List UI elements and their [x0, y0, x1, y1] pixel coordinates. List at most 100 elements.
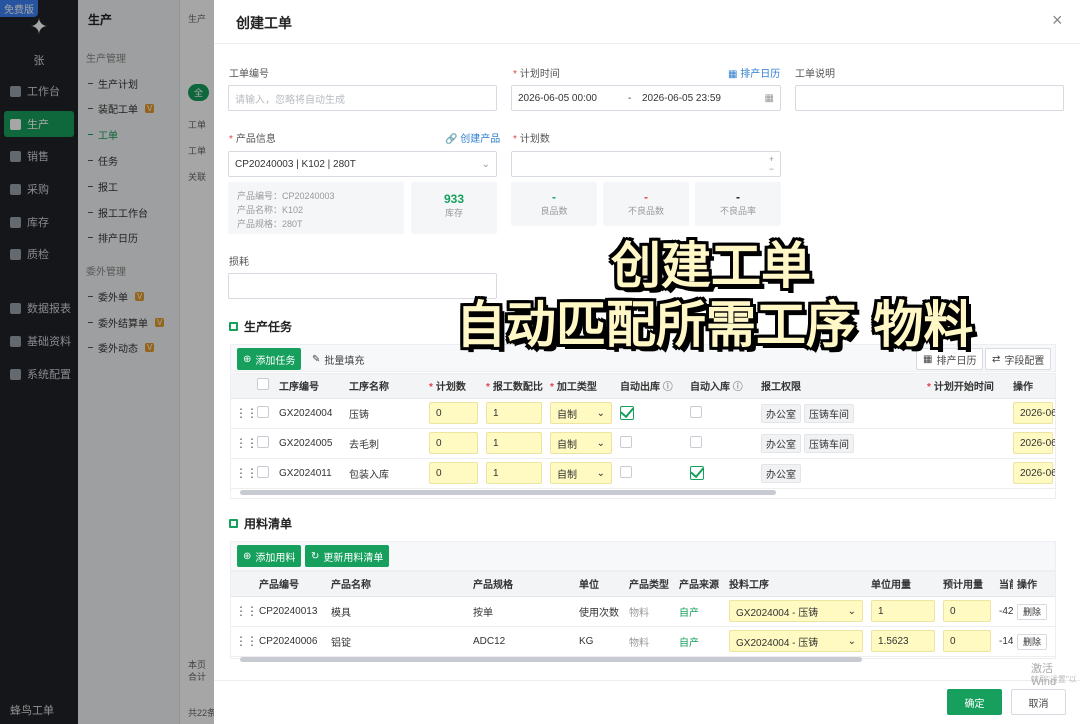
- tasks-scrollbar[interactable]: [240, 490, 776, 495]
- materials-table-wrap: 产品编号产品名称产品规格 单位产品类型产品来源 投料工序单位用量预计用量 当前操…: [230, 571, 1056, 659]
- drag-handle-icon[interactable]: ⋮⋮: [235, 406, 253, 420]
- confirm-button[interactable]: 确定: [947, 689, 1002, 715]
- table-row: ⋮⋮ CP20240013 模具 按单 使用次数 物料 自产 GX2024004 - 压…: [231, 596, 1055, 627]
- stock-card: 933 库存: [411, 182, 497, 234]
- calendar-icon: ▦: [764, 92, 774, 104]
- product-code: 产品编号：CP20240003: [237, 191, 335, 201]
- help-icon: ⓘ: [732, 382, 743, 394]
- product-select[interactable]: CP20240003 | K102 | 280T ⌄: [228, 151, 497, 177]
- drag-handle-icon[interactable]: ⋮⋮: [235, 604, 255, 618]
- feed-process-select[interactable]: GX2024004 - 压铸 ⌄: [729, 630, 863, 652]
- table-row: ⋮⋮ CP20240006 铝锭 ADC12 KG 物料 自产 GX2024004 - …: [231, 626, 1055, 657]
- stock-label: 库存: [444, 208, 463, 218]
- chevron-down-icon: ⌄: [847, 635, 856, 647]
- activation-watermark-sub: 转到"设置"以: [1031, 675, 1077, 684]
- ratio-input[interactable]: 1: [486, 402, 542, 424]
- edit-icon: ✎: [312, 353, 321, 365]
- overlay-caption-line2: 自动匹配所需工序 物料: [456, 296, 974, 354]
- modal-title: 创建工单: [236, 15, 292, 31]
- loss-label: 损耗: [229, 257, 249, 268]
- bad-rate-card: - 不良品率: [695, 182, 781, 226]
- tasks-section-title: 生产任务: [229, 318, 292, 335]
- start-time-input[interactable]: 2026-06-05 00:00: [1013, 462, 1055, 484]
- update-material-list-button[interactable]: ↻ 更新用料清单: [305, 545, 390, 567]
- delete-button[interactable]: 删除: [1017, 633, 1048, 650]
- plan-qty-input[interactable]: 0: [429, 402, 478, 424]
- unit-usage-input[interactable]: 1.5623: [871, 630, 935, 652]
- process-type-select[interactable]: 自制 ⌄: [550, 462, 612, 484]
- stock-value: 933: [443, 192, 465, 206]
- chevron-down-icon: ⌄: [596, 437, 605, 449]
- start-time-input[interactable]: 2026-06-05 00:00: [1013, 402, 1055, 424]
- delete-button[interactable]: 删除: [1017, 603, 1048, 620]
- materials-table: 产品编号产品名称产品规格 单位产品类型产品来源 投料工序单位用量预计用量 当前操…: [231, 572, 1055, 657]
- add-material-button[interactable]: ⊕ 添加用料: [237, 545, 302, 567]
- cancel-button[interactable]: 取消: [1011, 689, 1066, 715]
- ratio-input[interactable]: 1: [486, 432, 542, 454]
- auto-outbound-checkbox[interactable]: [620, 465, 632, 478]
- select-all-checkbox[interactable]: [257, 378, 269, 391]
- materials-scrollbar[interactable]: [240, 657, 862, 662]
- materials-section-title: 用料清单: [229, 515, 292, 532]
- auto-inbound-checkbox[interactable]: [690, 435, 702, 448]
- help-icon: ⓘ: [662, 382, 673, 394]
- modal-backdrop[interactable]: [0, 0, 214, 724]
- plan-qty-input[interactable]: 0: [429, 432, 478, 454]
- row-checkbox[interactable]: [257, 405, 269, 418]
- feed-process-select[interactable]: GX2024004 - 压铸 ⌄: [729, 600, 863, 622]
- drag-handle-icon[interactable]: ⋮⋮: [235, 436, 253, 450]
- product-name: 产品名称：K102: [237, 205, 304, 215]
- stepper-icon: + −: [768, 154, 774, 174]
- product-info-label: * 产品信息: [229, 134, 276, 145]
- good-qty-card: - 良品数: [511, 182, 597, 226]
- chevron-down-icon: ⌄: [596, 407, 605, 419]
- section-icon: [229, 519, 238, 528]
- table-row: ⋮⋮ GX2024004压铸 0 1 自制⌄ 办公室压铸车间 2026-06-0…: [231, 398, 1055, 429]
- plan-time-label: * 计划时间: [513, 69, 560, 80]
- plan-qty-stepper[interactable]: + −: [511, 151, 781, 177]
- auto-outbound-checkbox[interactable]: [620, 435, 632, 448]
- product-detail-card: 产品编号：CP20240003 产品名称：K102 产品规格：280T: [228, 182, 404, 234]
- order-no-label: 工单编号: [229, 69, 269, 80]
- order-no-input[interactable]: 请输入，忽略将自动生成: [228, 85, 497, 111]
- refresh-icon: ↻: [311, 550, 320, 562]
- plus-circle-icon: ⊕: [243, 550, 252, 562]
- plan-qty-input[interactable]: 0: [429, 462, 478, 484]
- table-row: ⋮⋮ GX2024005去毛刺 0 1 自制⌄ 办公室压铸车间 2026-06-…: [231, 428, 1055, 459]
- ratio-input[interactable]: 1: [486, 462, 542, 484]
- row-checkbox[interactable]: [257, 465, 269, 478]
- auto-inbound-checkbox[interactable]: [690, 405, 702, 418]
- field-config-button[interactable]: ⇄ 字段配置: [985, 348, 1052, 370]
- auto-outbound-checkbox-checked[interactable]: [620, 405, 636, 420]
- chevron-down-icon: ⌄: [481, 158, 490, 170]
- section-icon: [229, 322, 238, 331]
- schedule-calendar-link[interactable]: ▦ 排产日历: [728, 65, 780, 80]
- create-order-modal: 创建工单 × 工单编号 请输入，忽略将自动生成 * 计划时间 ▦ 排产日历 202…: [214, 0, 1080, 724]
- tasks-table-wrap: 工序编号 工序名称 * 计划数 * 报工数配比 * 加工类型 自动出库 ⓘ 自动入库 ⓘ…: [230, 373, 1056, 499]
- order-desc-input[interactable]: [795, 85, 1064, 111]
- bad-qty-card: - 不良品数: [603, 182, 689, 226]
- product-spec: 产品规格：280T: [237, 219, 303, 229]
- close-icon[interactable]: ×: [1052, 10, 1063, 31]
- process-type-select[interactable]: 自制 ⌄: [550, 432, 612, 454]
- tasks-table: 工序编号 工序名称 * 计划数 * 报工数配比 * 加工类型 自动出库 ⓘ 自动入库 ⓘ…: [231, 374, 1055, 489]
- order-desc-label: 工单说明: [795, 69, 835, 80]
- batch-fill-button[interactable]: ✎ 批量填充: [306, 348, 370, 370]
- columns-icon: ⇄: [992, 353, 1001, 365]
- estimated-usage-input[interactable]: 0: [943, 600, 991, 622]
- start-time-input[interactable]: 2026-06-05 00:00: [1013, 432, 1055, 454]
- drag-handle-icon[interactable]: ⋮⋮: [235, 466, 253, 480]
- plan-time-range[interactable]: 2026-06-05 00:00-2026-06-05 23:59 ▦: [511, 85, 781, 111]
- auto-inbound-checkbox-checked[interactable]: [690, 465, 706, 480]
- table-row: ⋮⋮ GX2024011包装入库 0 1 自制⌄ 办公室 2026-06-05 …: [231, 458, 1055, 489]
- plus-circle-icon: ⊕: [243, 353, 252, 365]
- row-checkbox[interactable]: [257, 435, 269, 448]
- process-type-select[interactable]: 自制 ⌄: [550, 402, 612, 424]
- unit-usage-input[interactable]: 1: [871, 600, 935, 622]
- add-task-button[interactable]: ⊕ 添加任务: [237, 348, 302, 370]
- chevron-down-icon: ⌄: [847, 605, 856, 617]
- chevron-down-icon: ⌄: [596, 467, 605, 479]
- estimated-usage-input[interactable]: 0: [943, 630, 991, 652]
- drag-handle-icon[interactable]: ⋮⋮: [235, 634, 255, 648]
- create-product-link[interactable]: 🔗 创建产品: [445, 130, 500, 145]
